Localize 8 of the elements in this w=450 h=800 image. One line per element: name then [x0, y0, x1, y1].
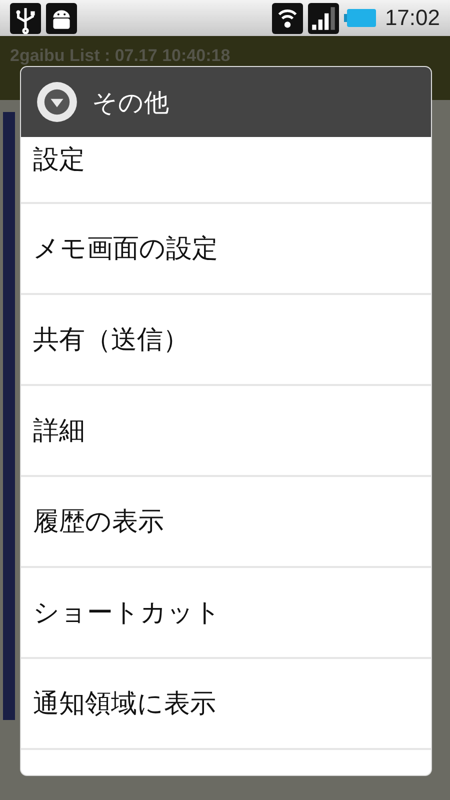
android-icon [46, 2, 77, 34]
battery-icon [344, 8, 376, 28]
dialog-title: その他 [92, 86, 169, 118]
signal-icon [308, 2, 339, 34]
dropdown-icon [36, 81, 78, 123]
usb-icon [10, 2, 41, 34]
wifi-icon [272, 2, 303, 34]
clock: 17:02 [384, 5, 440, 31]
